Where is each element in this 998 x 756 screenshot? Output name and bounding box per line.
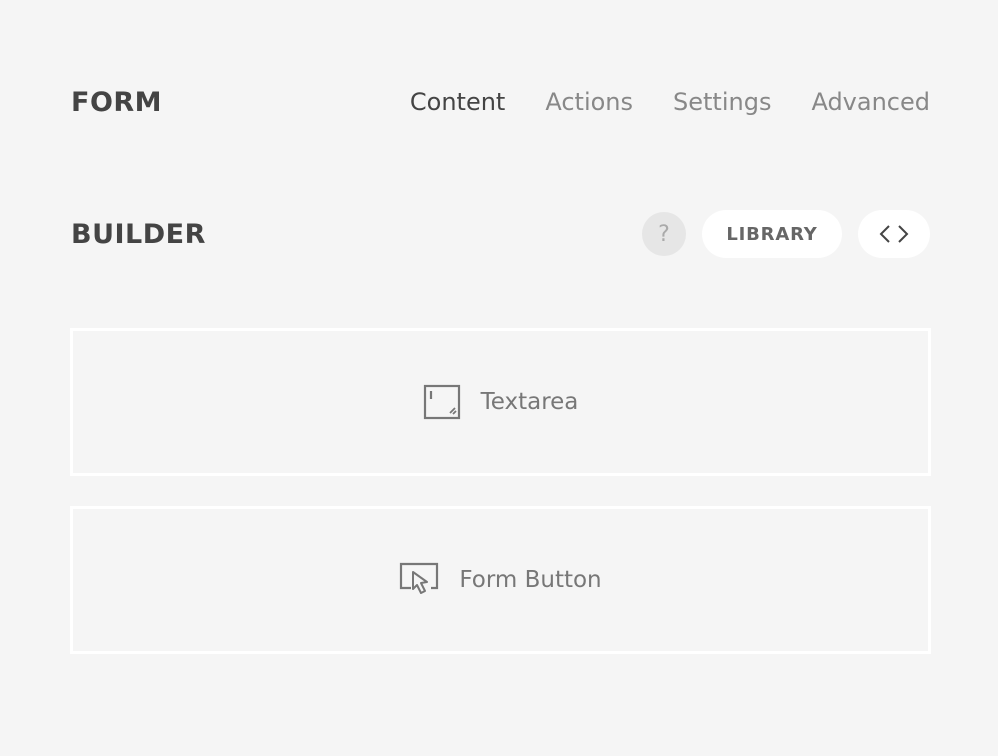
help-button[interactable]: ? — [642, 212, 686, 256]
builder-title: BUILDER — [71, 218, 206, 250]
tab-content[interactable]: Content — [410, 88, 505, 116]
panel-title: FORM — [71, 86, 163, 118]
library-button[interactable]: LIBRARY — [702, 210, 842, 258]
help-icon: ? — [658, 221, 670, 247]
textarea-icon — [423, 384, 461, 420]
builder-actions: ? LIBRARY — [642, 210, 930, 258]
tab-actions[interactable]: Actions — [545, 88, 633, 116]
tab-settings[interactable]: Settings — [673, 88, 771, 116]
element-label-textarea: Textarea — [480, 389, 579, 415]
code-brackets-icon — [877, 222, 911, 246]
code-view-button[interactable] — [858, 210, 930, 258]
tab-advanced[interactable]: Advanced — [811, 88, 930, 116]
builder-toolbar: BUILDER ? LIBRARY — [71, 206, 930, 262]
element-label-form-button: Form Button — [459, 567, 602, 593]
element-card-form-button[interactable]: Form Button — [70, 506, 931, 654]
form-header: FORM Content Actions Settings Advanced — [71, 78, 930, 126]
element-card-textarea[interactable]: Textarea — [70, 328, 931, 476]
cursor-click-icon — [399, 562, 439, 598]
tab-bar: Content Actions Settings Advanced — [410, 88, 930, 116]
